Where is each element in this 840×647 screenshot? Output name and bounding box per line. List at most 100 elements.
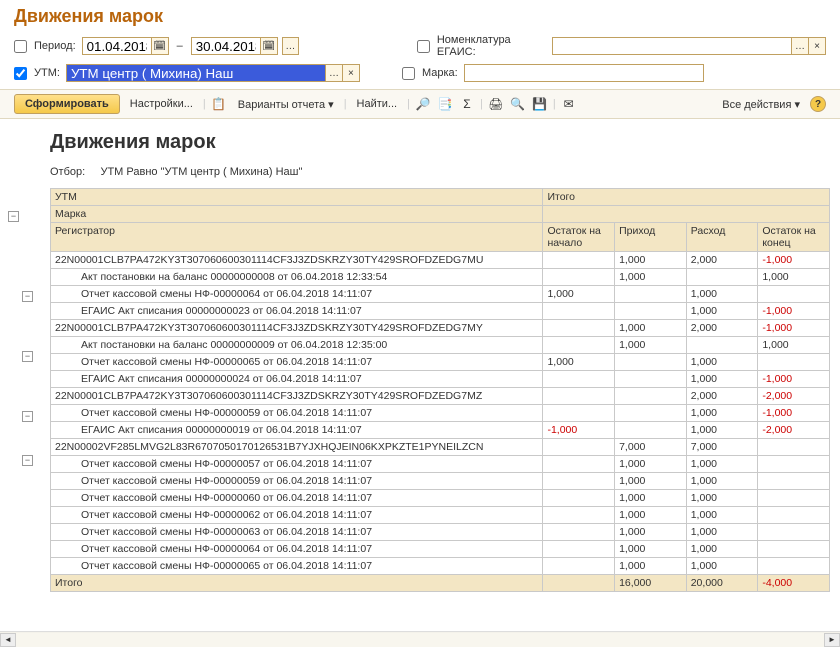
row-name: Отчет кассовой смены НФ-00000064 от 06.0… <box>51 541 543 558</box>
table-row[interactable]: Акт постановки на баланс 00000000009 от … <box>51 337 830 354</box>
cell-end: -1,000 <box>758 320 830 337</box>
sum-icon[interactable]: Σ <box>458 95 476 113</box>
table-row[interactable]: Отчет кассовой смены НФ-00000065 от 06.0… <box>51 558 830 575</box>
egais-ellipsis-button[interactable]: … <box>791 37 809 55</box>
period-ellipsis-button[interactable]: … <box>282 37 299 55</box>
scroll-left-icon[interactable]: ◄ <box>0 633 16 647</box>
collapse-icon[interactable]: 📑 <box>436 95 454 113</box>
expand-icon[interactable]: 🔎 <box>414 95 432 113</box>
period-checkbox[interactable] <box>14 40 27 53</box>
horizontal-scrollbar[interactable]: ◄ ► <box>0 631 840 647</box>
row-name: Отчет кассовой смены НФ-00000064 от 06.0… <box>51 286 543 303</box>
col-end: Остаток на конец <box>758 223 830 252</box>
egais-input[interactable] <box>552 37 792 55</box>
table-row[interactable]: Акт постановки на баланс 00000000008 от … <box>51 269 830 286</box>
cell-start <box>543 388 615 405</box>
cell-out: 2,000 <box>686 388 758 405</box>
col-in: Приход <box>615 223 687 252</box>
cell-end <box>758 439 830 456</box>
scroll-right-icon[interactable]: ► <box>824 633 840 647</box>
row-name: Отчет кассовой смены НФ-00000062 от 06.0… <box>51 507 543 524</box>
table-row[interactable]: Отчет кассовой смены НФ-00000065 от 06.0… <box>51 354 830 371</box>
cell-end: -1,000 <box>758 405 830 422</box>
cell-end: -1,000 <box>758 252 830 269</box>
table-row[interactable]: Отчет кассовой смены НФ-00000059 от 06.0… <box>51 473 830 490</box>
utm-ellipsis-button[interactable]: … <box>325 64 343 82</box>
utm-checkbox[interactable] <box>14 67 27 80</box>
outline-toggle[interactable]: − <box>22 291 33 302</box>
outline-toggle[interactable]: − <box>22 411 33 422</box>
total-out: 20,000 <box>686 575 758 592</box>
table-row[interactable]: Отчет кассовой смены НФ-00000062 от 06.0… <box>51 507 830 524</box>
cell-out: 1,000 <box>686 371 758 388</box>
total-in: 16,000 <box>615 575 687 592</box>
help-icon[interactable]: ? <box>810 96 826 112</box>
date-from-input[interactable] <box>82 37 152 55</box>
table-row[interactable]: ЕГАИС Акт списания 00000000023 от 06.04.… <box>51 303 830 320</box>
table-row[interactable]: Отчет кассовой смены НФ-00000060 от 06.0… <box>51 490 830 507</box>
cell-in <box>615 388 687 405</box>
col-out: Расход <box>686 223 758 252</box>
table-row[interactable]: Отчет кассовой смены НФ-00000057 от 06.0… <box>51 456 830 473</box>
table-row[interactable]: Отчет кассовой смены НФ-00000063 от 06.0… <box>51 524 830 541</box>
cell-in: 1,000 <box>615 490 687 507</box>
mail-icon[interactable]: ✉ <box>560 95 578 113</box>
date-to-input[interactable] <box>191 37 261 55</box>
print-icon[interactable]: 🖨 <box>487 95 505 113</box>
outline-toggle[interactable]: − <box>22 455 33 466</box>
table-row[interactable]: Отчет кассовой смены НФ-00000059 от 06.0… <box>51 405 830 422</box>
utm-clear-button[interactable]: × <box>342 64 360 82</box>
cell-out: 7,000 <box>686 439 758 456</box>
all-actions-button[interactable]: Все действия ▾ <box>716 95 806 114</box>
report-body[interactable]: Движения марок Отбор: УТМ Равно "УТМ цен… <box>40 119 840 631</box>
table-row[interactable]: Отчет кассовой смены НФ-00000064 от 06.0… <box>51 286 830 303</box>
cell-end <box>758 456 830 473</box>
outline-toggle[interactable]: − <box>22 351 33 362</box>
egais-clear-button[interactable]: × <box>808 37 826 55</box>
table-row[interactable]: 22N00002VF285LMVG2L83R6707050170126531B7… <box>51 439 830 456</box>
cell-start <box>543 541 615 558</box>
form-button[interactable]: Сформировать <box>14 94 120 114</box>
cell-end: -2,000 <box>758 422 830 439</box>
egais-checkbox[interactable] <box>417 40 430 53</box>
find-button[interactable]: Найти... <box>351 95 404 113</box>
settings-button[interactable]: Настройки... <box>124 95 199 113</box>
cell-start <box>543 252 615 269</box>
cell-end: -1,000 <box>758 303 830 320</box>
cell-end <box>758 473 830 490</box>
cell-end: -2,000 <box>758 388 830 405</box>
row-name: ЕГАИС Акт списания 00000000024 от 06.04.… <box>51 371 543 388</box>
table-row[interactable]: 22N00001CLB7PA472KY3T307060600301114CF3J… <box>51 388 830 405</box>
table-row[interactable]: 22N00001CLB7PA472KY3T307060600301114CF3J… <box>51 320 830 337</box>
cell-start <box>543 558 615 575</box>
cell-start <box>543 320 615 337</box>
row-name: Отчет кассовой смены НФ-00000063 от 06.0… <box>51 524 543 541</box>
variants-button[interactable]: Варианты отчета ▾ <box>232 95 340 114</box>
separator: | <box>407 98 410 110</box>
table-row[interactable]: Отчет кассовой смены НФ-00000064 от 06.0… <box>51 541 830 558</box>
cell-end <box>758 558 830 575</box>
row-name: Отчет кассовой смены НФ-00000065 от 06.0… <box>51 354 543 371</box>
row-name: 22N00002VF285LMVG2L83R6707050170126531B7… <box>51 439 543 456</box>
calendar-icon[interactable]: 🗓 <box>260 37 278 55</box>
cell-out: 1,000 <box>686 286 758 303</box>
table-row[interactable]: 22N00001CLB7PA472KY3T307060600301114CF3J… <box>51 252 830 269</box>
marka-input[interactable] <box>464 64 704 82</box>
cell-in: 1,000 <box>615 507 687 524</box>
cell-in <box>615 303 687 320</box>
hdr-reg: Регистратор <box>51 223 543 252</box>
utm-input[interactable] <box>66 64 326 82</box>
outline-toggle[interactable]: − <box>8 211 19 222</box>
save-icon[interactable]: 💾 <box>531 95 549 113</box>
preview-icon[interactable]: 🔍 <box>509 95 527 113</box>
cell-start <box>543 490 615 507</box>
cell-end: 1,000 <box>758 337 830 354</box>
table-row[interactable]: ЕГАИС Акт списания 00000000019 от 06.04.… <box>51 422 830 439</box>
marka-checkbox[interactable] <box>402 67 415 80</box>
cell-in <box>615 371 687 388</box>
row-name: 22N00001CLB7PA472KY3T307060600301114CF3J… <box>51 388 543 405</box>
cell-start: 1,000 <box>543 286 615 303</box>
calendar-icon[interactable]: 🗓 <box>151 37 169 55</box>
row-name: 22N00001CLB7PA472KY3T307060600301114CF3J… <box>51 320 543 337</box>
table-row[interactable]: ЕГАИС Акт списания 00000000024 от 06.04.… <box>51 371 830 388</box>
